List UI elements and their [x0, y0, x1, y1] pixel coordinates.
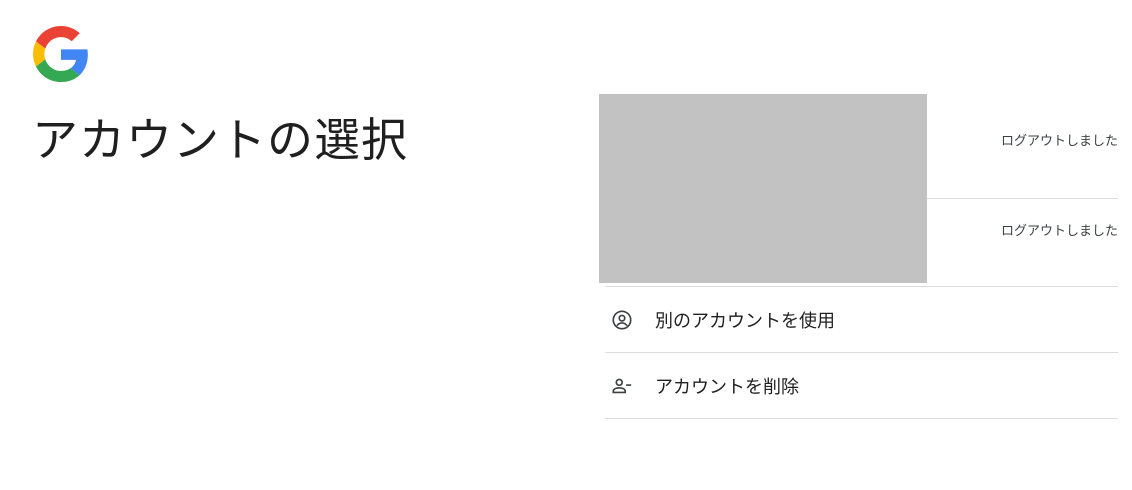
- remove-account-label: アカウントを削除: [655, 376, 799, 398]
- account-circle-icon: [611, 309, 633, 331]
- remove-account-button[interactable]: アカウントを削除: [605, 353, 1118, 419]
- account-status: ログアウトしました: [1000, 134, 1118, 149]
- page-title: アカウントの選択: [32, 113, 408, 167]
- account-actions: 別のアカウントを使用 アカウントを削除: [605, 286, 1118, 419]
- account-status: ログアウトしました: [1000, 224, 1118, 239]
- use-another-account-label: 別のアカウントを使用: [655, 310, 835, 332]
- use-another-account-button[interactable]: 別のアカウントを使用: [605, 287, 1118, 353]
- person-remove-icon: [611, 375, 633, 397]
- google-logo-icon: [33, 26, 89, 82]
- redacted-account-info: [599, 94, 927, 283]
